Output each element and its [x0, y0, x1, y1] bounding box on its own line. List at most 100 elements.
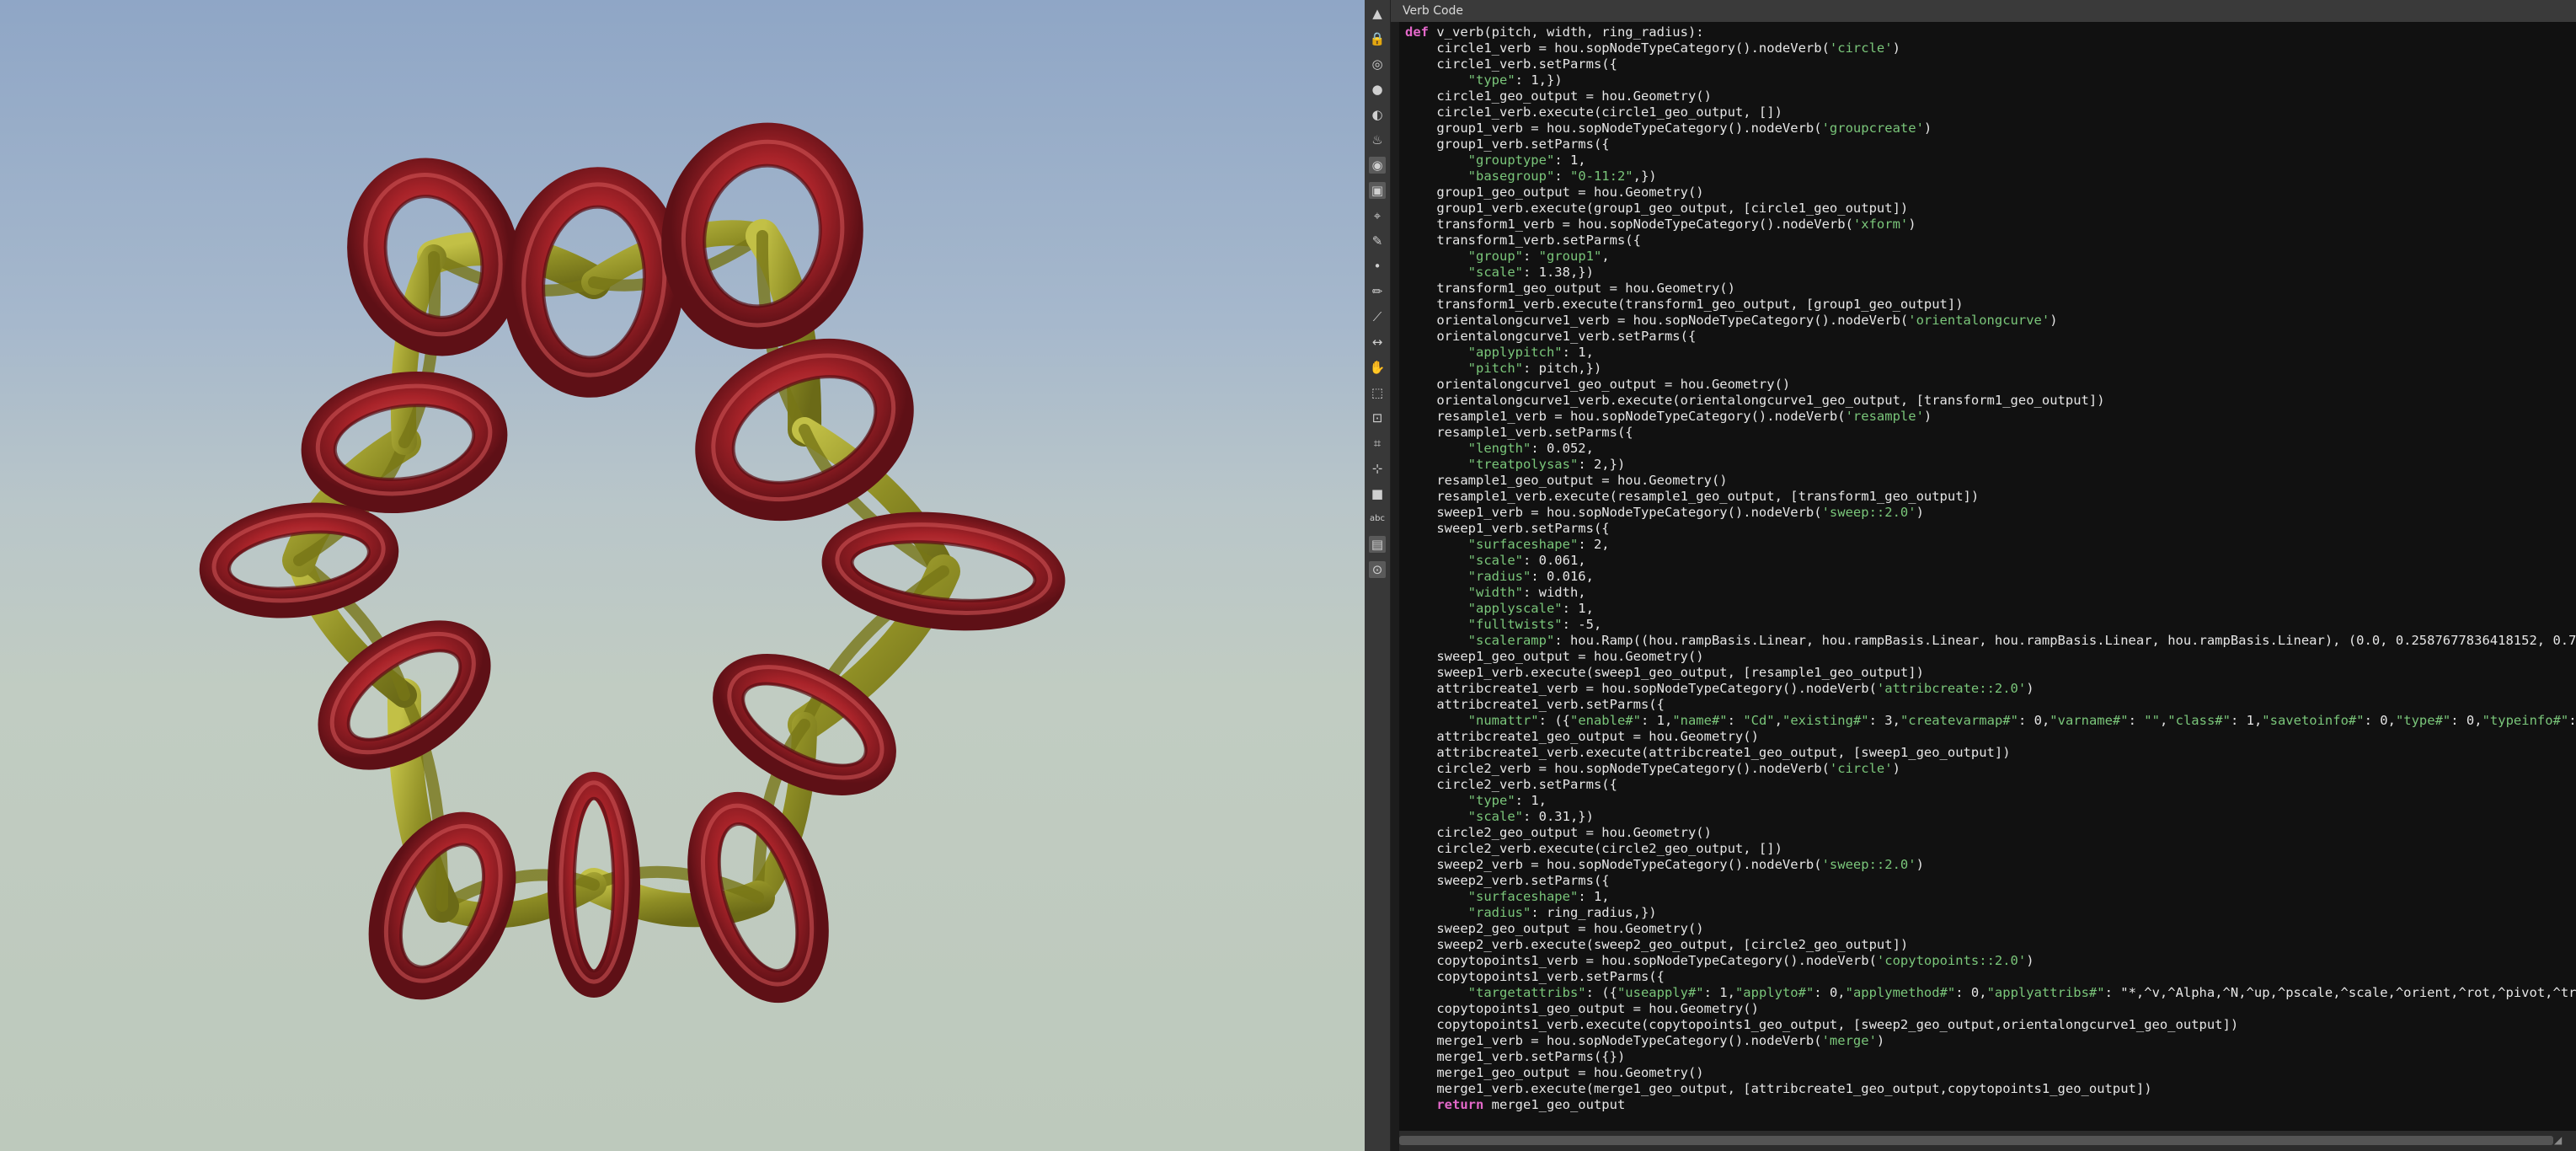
code-line[interactable]: "length": 0.052,	[1405, 441, 2576, 457]
code-line[interactable]: "type": 1,	[1405, 793, 2576, 809]
snap-icon[interactable]: ⊡	[1369, 410, 1386, 426]
code-line[interactable]: attribcreate1_verb = hou.sopNodeTypeCate…	[1405, 681, 2576, 697]
panel-title: Verb Code	[1391, 0, 2576, 22]
code-line[interactable]: transform1_geo_output = hou.Geometry()	[1405, 281, 2576, 297]
code-line[interactable]: copytopoints1_verb.execute(copytopoints1…	[1405, 1017, 2576, 1033]
code-line[interactable]: "width": width,	[1405, 585, 2576, 601]
horizontal-scrollbar[interactable]	[1399, 1131, 2576, 1151]
code-line[interactable]: return merge1_geo_output	[1405, 1097, 2576, 1113]
ghost-icon[interactable]: ◎	[1369, 56, 1386, 72]
handle-icon[interactable]: ⌖	[1369, 207, 1386, 224]
3d-viewport[interactable]	[0, 0, 1365, 1151]
viewport-toolbar: ▲ 🔒 ◎ ● ◐ ♨ ◉ ▣ ⌖ ✎ • ✏ ⟋ ↔ ✋ ⬚ ⊡ ⌗ ⊹ ■ abc ▤ ⊙	[1365, 0, 1391, 1151]
resize-grip-icon[interactable]: ◢	[2554, 1134, 2568, 1148]
code-line[interactable]: "type": 1,})	[1405, 72, 2576, 88]
code-line[interactable]: sweep2_geo_output = hou.Geometry()	[1405, 921, 2576, 937]
code-line[interactable]: circle1_geo_output = hou.Geometry()	[1405, 88, 2576, 104]
code-line[interactable]: "surfaceshape": 2,	[1405, 537, 2576, 553]
code-line[interactable]: transform1_verb.execute(transform1_geo_o…	[1405, 297, 2576, 313]
code-line[interactable]: group1_verb.execute(group1_geo_output, […	[1405, 201, 2576, 217]
code-line[interactable]: "applyscale": 1,	[1405, 601, 2576, 617]
code-line[interactable]: sweep2_verb.setParms({	[1405, 873, 2576, 889]
paint-icon[interactable]: ✋	[1369, 359, 1386, 376]
knife-icon[interactable]: ⟋	[1369, 308, 1386, 325]
code-line[interactable]: "scale": 1.38,})	[1405, 265, 2576, 281]
lock-icon[interactable]: 🔒	[1369, 30, 1386, 47]
code-line[interactable]: transform1_verb.setParms({	[1405, 233, 2576, 249]
code-line[interactable]: resample1_verb = hou.sopNodeTypeCategory…	[1405, 409, 2576, 425]
code-line[interactable]: circle1_verb.setParms({	[1405, 56, 2576, 72]
code-line[interactable]: circle2_verb = hou.sopNodeTypeCategory()…	[1405, 761, 2576, 777]
code-line[interactable]: attribcreate1_verb.execute(attribcreate1…	[1405, 745, 2576, 761]
code-line[interactable]: orientalongcurve1_verb.execute(orientalo…	[1405, 393, 2576, 409]
code-line[interactable]: circle2_verb.execute(circle2_geo_output,…	[1405, 841, 2576, 857]
code-line[interactable]: "pitch": pitch,})	[1405, 361, 2576, 377]
code-line[interactable]: merge1_verb.execute(merge1_geo_output, […	[1405, 1081, 2576, 1097]
code-line[interactable]: resample1_verb.setParms({	[1405, 425, 2576, 441]
code-line[interactable]: circle2_geo_output = hou.Geometry()	[1405, 825, 2576, 841]
code-line[interactable]: circle2_verb.setParms({	[1405, 777, 2576, 793]
code-line[interactable]: "grouptype": 1,	[1405, 153, 2576, 169]
brush-icon[interactable]: ✎	[1369, 233, 1386, 249]
bulb-icon[interactable]: ♨	[1369, 131, 1386, 148]
code-line[interactable]: "radius": 0.016,	[1405, 569, 2576, 585]
code-line[interactable]: orientalongcurve1_geo_output = hou.Geome…	[1405, 377, 2576, 393]
code-line[interactable]: merge1_geo_output = hou.Geometry()	[1405, 1065, 2576, 1081]
measure-icon[interactable]: ↔	[1369, 334, 1386, 351]
render-view-icon[interactable]: ▣	[1369, 182, 1386, 199]
viewport-scene[interactable]	[0, 0, 1365, 1151]
code-line[interactable]: transform1_verb = hou.sopNodeTypeCategor…	[1405, 217, 2576, 233]
code-line[interactable]: "scale": 0.31,})	[1405, 809, 2576, 825]
code-line[interactable]: group1_geo_output = hou.Geometry()	[1405, 185, 2576, 201]
code-line[interactable]: resample1_geo_output = hou.Geometry()	[1405, 473, 2576, 489]
grid-icon[interactable]: ⌗	[1369, 435, 1386, 452]
code-line[interactable]: sweep2_verb.execute(sweep2_geo_output, […	[1405, 937, 2576, 953]
code-line[interactable]: sweep1_geo_output = hou.Geometry()	[1405, 649, 2576, 665]
code-line[interactable]: orientalongcurve1_verb = hou.sopNodeType…	[1405, 313, 2576, 329]
code-line[interactable]: "scale": 0.061,	[1405, 553, 2576, 569]
code-line[interactable]: "treatpolysas": 2,})	[1405, 457, 2576, 473]
code-line[interactable]: "surfaceshape": 1,	[1405, 889, 2576, 905]
code-line[interactable]: merge1_verb.setParms({})	[1405, 1049, 2576, 1065]
code-editor[interactable]: def v_verb(pitch, width, ring_radius): c…	[1399, 22, 2576, 1131]
code-line[interactable]: attribcreate1_verb.setParms({	[1405, 697, 2576, 713]
sphere-icon[interactable]: ●	[1369, 81, 1386, 98]
light-icon[interactable]: ◐	[1369, 106, 1386, 123]
transform-icon[interactable]: ⊹	[1369, 460, 1386, 477]
code-line[interactable]: circle1_verb = hou.sopNodeTypeCategory()…	[1405, 40, 2576, 56]
code-line[interactable]: copytopoints1_geo_output = hou.Geometry(…	[1405, 1001, 2576, 1017]
select-arrow-icon[interactable]: ▲	[1369, 5, 1386, 22]
text-abc-icon[interactable]: abc	[1369, 511, 1386, 527]
code-line[interactable]: orientalongcurve1_verb.setParms({	[1405, 329, 2576, 345]
code-line[interactable]: "fulltwists": -5,	[1405, 617, 2576, 633]
code-line[interactable]: attribcreate1_geo_output = hou.Geometry(…	[1405, 729, 2576, 745]
code-line[interactable]: group1_verb = hou.sopNodeTypeCategory().…	[1405, 120, 2576, 137]
code-text[interactable]: def v_verb(pitch, width, ring_radius): c…	[1399, 22, 2576, 1113]
camera-icon[interactable]: ◉	[1369, 157, 1386, 174]
code-line[interactable]: "group": "group1",	[1405, 249, 2576, 265]
code-line[interactable]: sweep1_verb.execute(sweep1_geo_output, […	[1405, 665, 2576, 681]
display-icon[interactable]: ▤	[1369, 536, 1386, 553]
code-line[interactable]: copytopoints1_verb = hou.sopNodeTypeCate…	[1405, 953, 2576, 969]
frame-icon[interactable]: ⬚	[1369, 384, 1386, 401]
code-line[interactable]: "basegroup": "0-11:2",})	[1405, 169, 2576, 185]
code-line[interactable]: "radius": ring_radius,})	[1405, 905, 2576, 921]
box-icon[interactable]: ■	[1369, 485, 1386, 502]
code-line[interactable]: group1_verb.setParms({	[1405, 137, 2576, 153]
code-line[interactable]: def v_verb(pitch, width, ring_radius):	[1405, 24, 2576, 40]
code-line[interactable]: merge1_verb = hou.sopNodeTypeCategory().…	[1405, 1033, 2576, 1049]
code-line[interactable]: "numattr": ({"enable#": 1,"name#": "Cd",…	[1405, 713, 2576, 729]
point-icon[interactable]: •	[1369, 258, 1386, 275]
code-line[interactable]: "scaleramp": hou.Ramp((hou.rampBasis.Lin…	[1405, 633, 2576, 649]
code-line[interactable]: "applypitch": 1,	[1405, 345, 2576, 361]
code-line[interactable]: copytopoints1_verb.setParms({	[1405, 969, 2576, 985]
code-line[interactable]: "targetattribs": ({"useapply#": 1,"apply…	[1405, 985, 2576, 1001]
code-line[interactable]: sweep2_verb = hou.sopNodeTypeCategory().…	[1405, 857, 2576, 873]
code-line[interactable]: circle1_verb.execute(circle1_geo_output,…	[1405, 104, 2576, 120]
code-line[interactable]: sweep1_verb.setParms({	[1405, 521, 2576, 537]
pin-icon[interactable]: ⊙	[1369, 561, 1386, 578]
pencil-icon[interactable]: ✏	[1369, 283, 1386, 300]
code-line[interactable]: resample1_verb.execute(resample1_geo_out…	[1405, 489, 2576, 505]
scrollbar-thumb[interactable]	[1399, 1136, 2553, 1145]
code-line[interactable]: sweep1_verb = hou.sopNodeTypeCategory().…	[1405, 505, 2576, 521]
